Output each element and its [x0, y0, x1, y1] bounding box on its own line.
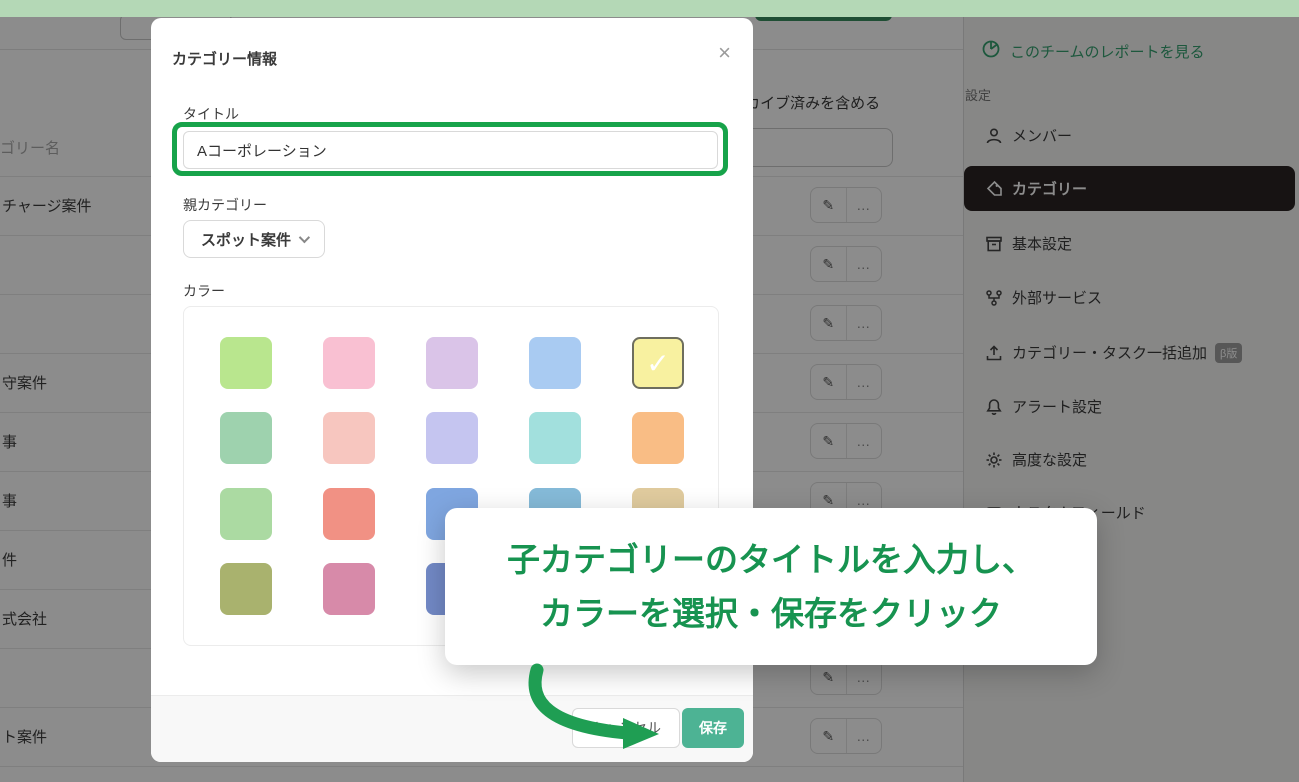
tooltip-line-2: カラーを選択・保存をクリック [540, 589, 1002, 639]
color-swatch-11[interactable] [220, 488, 272, 540]
color-swatch-4[interactable] [529, 337, 581, 389]
close-icon[interactable]: × [718, 42, 731, 64]
parent-category-value: スポット案件 [201, 229, 291, 250]
chevron-down-icon [299, 232, 310, 243]
color-swatch-8[interactable] [426, 412, 478, 464]
color-swatch-12[interactable] [323, 488, 375, 540]
color-swatch-selected[interactable]: ✓ [632, 337, 684, 389]
tutorial-tooltip: 子カテゴリーのタイトルを入力し、 カラーを選択・保存をクリック [445, 508, 1097, 665]
parent-category-label: 親カテゴリー [183, 195, 267, 215]
top-green-bar [0, 0, 1299, 17]
app-canvas: カテゴリー名 アーカイブ済みを含める チャージ案件✎…✎…✎…守案件✎…事✎…事… [0, 0, 1299, 782]
color-swatch-6[interactable] [220, 412, 272, 464]
title-input[interactable]: Aコーポレーション [183, 131, 718, 169]
color-swatch-9[interactable] [529, 412, 581, 464]
save-button[interactable]: 保存 [682, 708, 744, 748]
color-swatch-2[interactable] [323, 337, 375, 389]
color-swatch-3[interactable] [426, 337, 478, 389]
modal-title: カテゴリー情報 [172, 48, 277, 69]
color-swatch-17[interactable] [323, 563, 375, 615]
color-swatch-1[interactable] [220, 337, 272, 389]
color-swatch-10[interactable] [632, 412, 684, 464]
title-field-label: タイトル [183, 104, 239, 124]
color-swatch-7[interactable] [323, 412, 375, 464]
color-swatch-16[interactable] [220, 563, 272, 615]
parent-category-dropdown[interactable]: スポット案件 [183, 220, 325, 258]
color-field-label: カラー [183, 281, 225, 301]
modal-footer: キャンセル 保存 [151, 695, 753, 762]
cancel-button[interactable]: キャンセル [572, 708, 680, 748]
tooltip-line-1: 子カテゴリーのタイトルを入力し、 [507, 535, 1035, 585]
